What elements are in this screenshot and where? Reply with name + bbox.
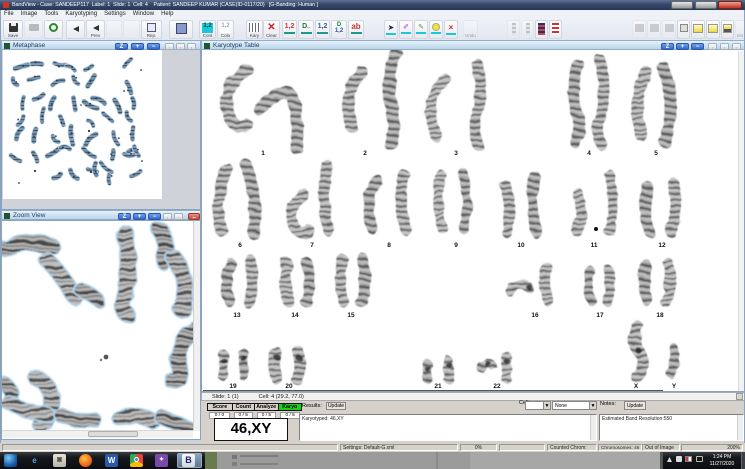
svg-text:18: 18 — [656, 312, 664, 319]
svg-text:12: 12 — [658, 242, 666, 249]
svg-text:X: X — [634, 383, 639, 390]
svg-text:Y: Y — [672, 383, 677, 390]
svg-text:4: 4 — [587, 150, 591, 157]
svg-text:5: 5 — [654, 150, 658, 157]
svg-text:8: 8 — [387, 242, 391, 249]
svg-text:16: 16 — [531, 312, 539, 319]
svg-text:20: 20 — [285, 383, 293, 390]
svg-text:6: 6 — [238, 242, 242, 249]
svg-text:10: 10 — [517, 242, 525, 249]
svg-text:14: 14 — [291, 312, 299, 319]
svg-text:13: 13 — [233, 312, 241, 319]
svg-text:15: 15 — [347, 312, 355, 319]
svg-text:9: 9 — [454, 242, 458, 249]
svg-text:11: 11 — [591, 242, 598, 249]
svg-text:22: 22 — [493, 383, 501, 390]
svg-text:21: 21 — [434, 383, 442, 390]
svg-text:19: 19 — [229, 383, 237, 390]
svg-text:3: 3 — [454, 150, 458, 157]
svg-text:7: 7 — [310, 242, 314, 249]
svg-text:2: 2 — [363, 150, 367, 157]
svg-text:1: 1 — [261, 150, 265, 157]
svg-text:17: 17 — [596, 312, 604, 319]
